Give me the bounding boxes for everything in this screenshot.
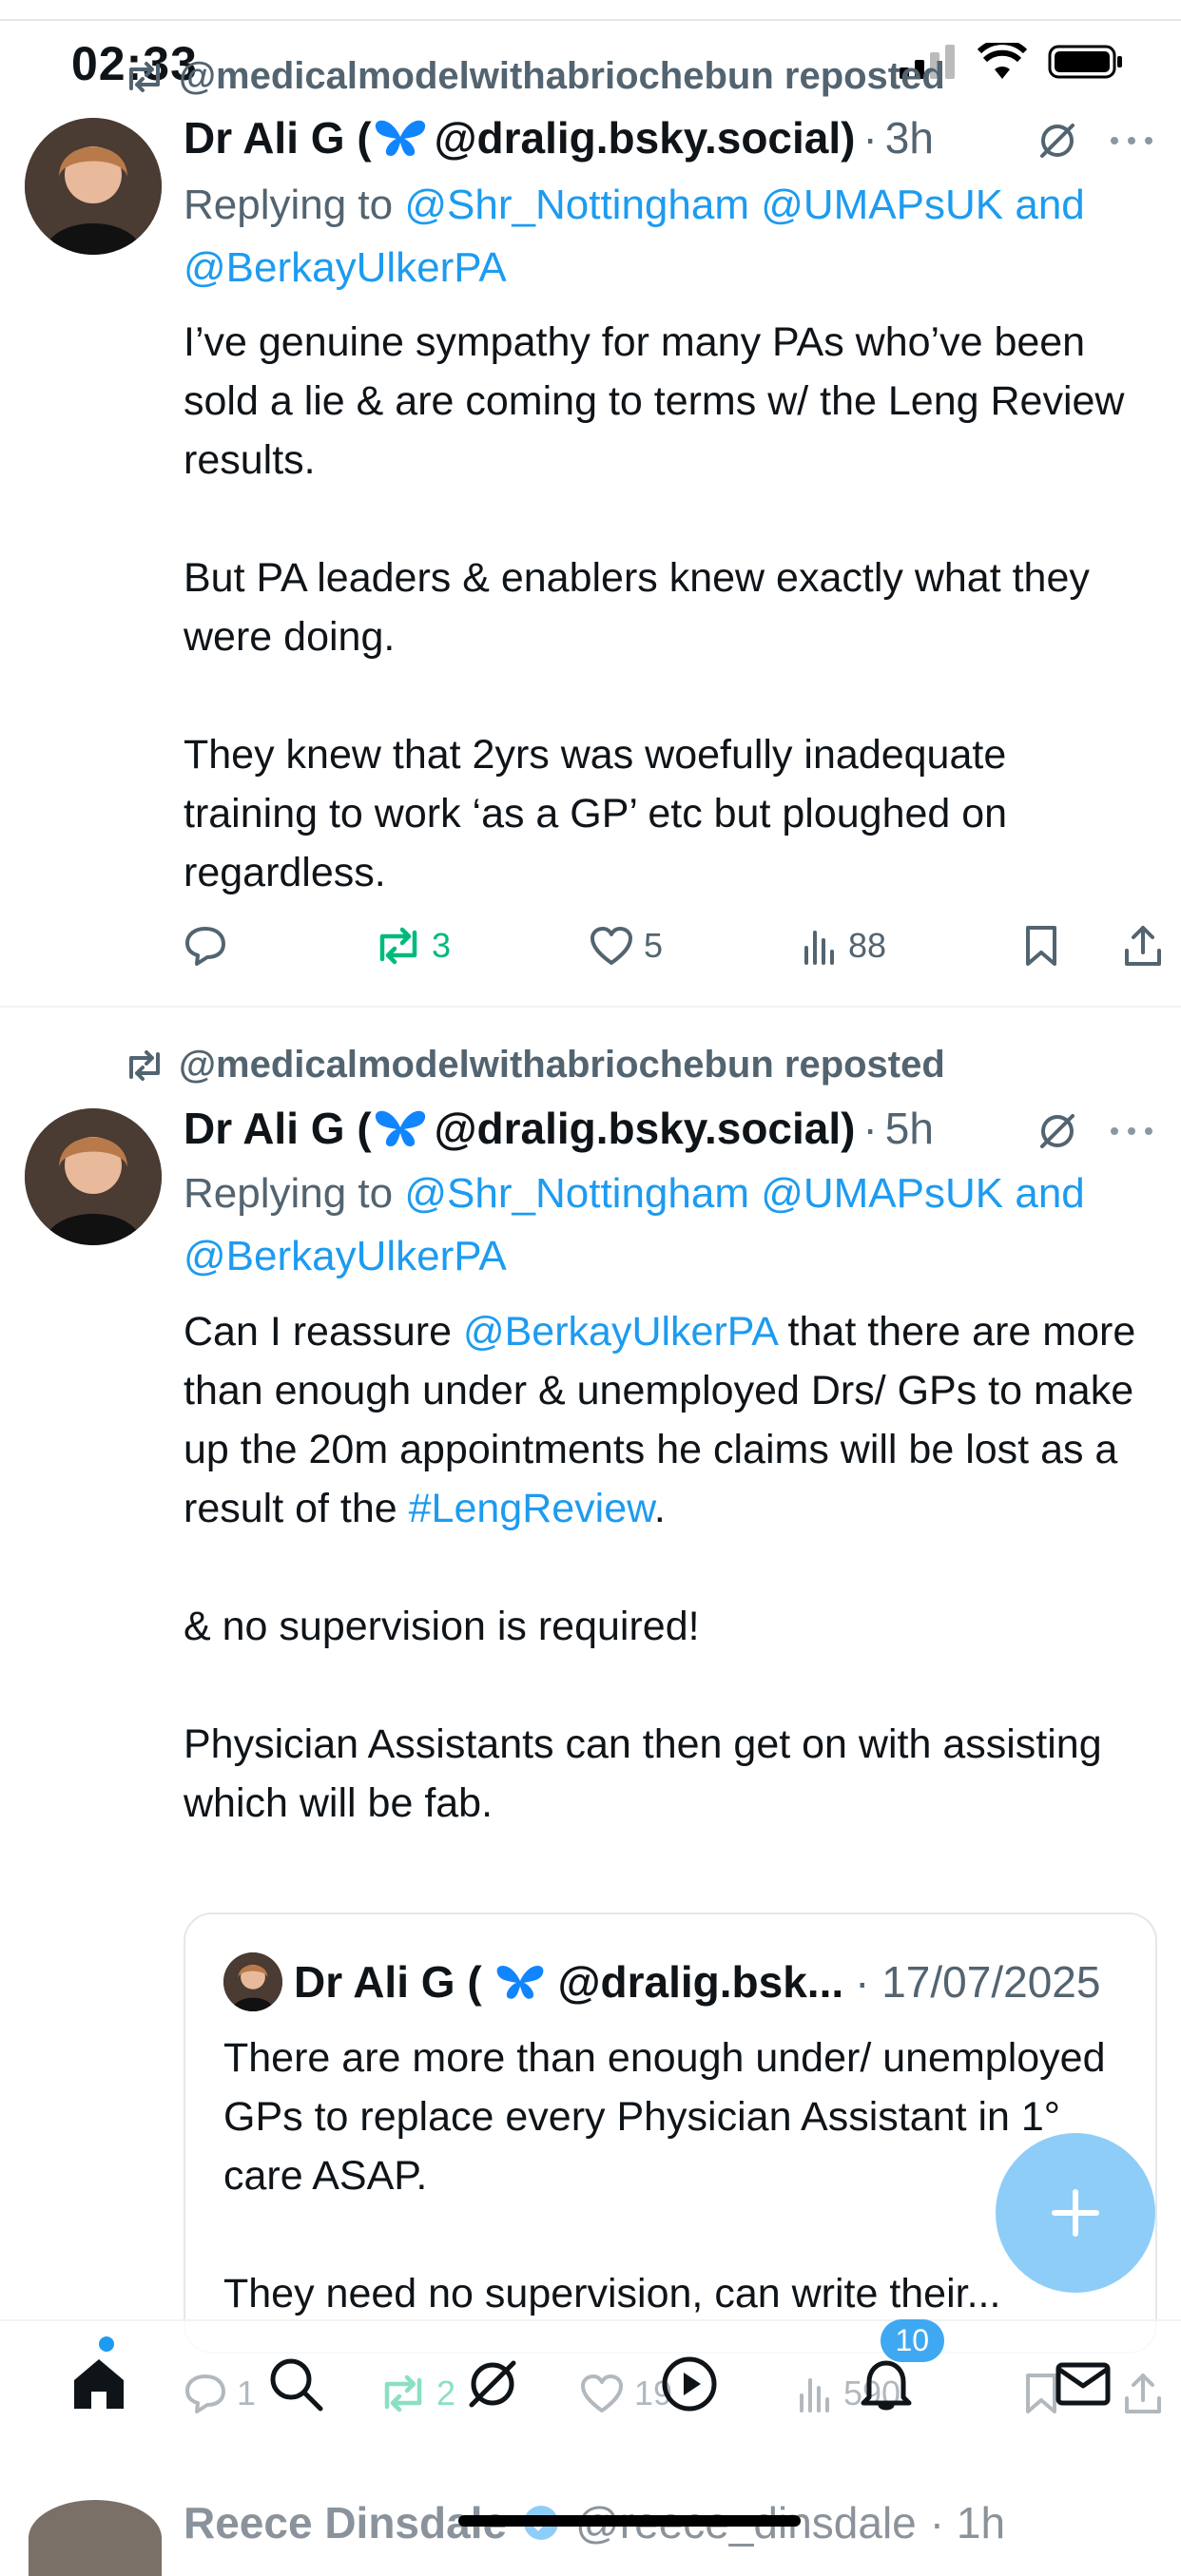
grok-icon[interactable] (1035, 118, 1080, 163)
plus-icon (1052, 2189, 1099, 2237)
divider (0, 1006, 1181, 1008)
tweet-header: Dr Ali G ( @dralig.bsky.social) · 5h (184, 1103, 934, 1154)
text-run: . (653, 1486, 666, 1531)
grok-icon (469, 2360, 515, 2408)
share-icon[interactable] (1123, 924, 1163, 968)
paragraph: But PA leaders & enablers knew exactly w… (184, 555, 1090, 660)
quote-header: Dr Ali G ( @dralig.bsk... · 17/07/2025 (223, 1952, 1100, 2011)
like-count: 5 (643, 926, 663, 965)
share-group (1024, 924, 1163, 968)
tweet-text: I’ve genuine sympathy for many PAs who’v… (184, 313, 1144, 902)
tab-video[interactable] (632, 2346, 746, 2422)
action-bar: 3 5 88 (184, 917, 1163, 974)
avatar[interactable] (25, 118, 162, 255)
mention-link[interactable]: @BerkayUlkerPA (463, 1309, 777, 1355)
more-icon[interactable] (1109, 131, 1154, 150)
more-icon[interactable] (1109, 1122, 1154, 1141)
butterfly-icon (375, 120, 425, 156)
repost-context-label: @medicalmodelwithabriochebun reposted (179, 55, 945, 97)
home-icon (73, 2359, 124, 2409)
search-icon (270, 2358, 322, 2412)
home-indicator (458, 2515, 801, 2527)
paragraph: They knew that 2yrs was woefully inadequ… (184, 732, 1008, 895)
mail-icon (1055, 2362, 1110, 2406)
header-icons (1035, 1108, 1154, 1154)
views-icon (803, 931, 834, 965)
paragraph: I’ve genuine sympathy for many PAs who’v… (184, 319, 1125, 483)
author-handle[interactable]: @dralig.bsky.social) (435, 112, 856, 163)
reply-icon (185, 927, 225, 966)
repost-button[interactable]: 3 (375, 925, 451, 967)
unread-dot (98, 2336, 114, 2352)
butterfly-icon (375, 1110, 425, 1146)
quote-avatar (223, 1952, 282, 2011)
quote-author-name: Dr Ali G ( (294, 1957, 482, 2007)
repost-icon (129, 1049, 160, 1081)
bell-icon (861, 2360, 911, 2411)
quote-date: · 17/07/2025 (855, 1957, 1101, 2007)
tab-messages[interactable] (1026, 2346, 1140, 2422)
repost-icon (129, 61, 160, 92)
timestamp[interactable]: 3h (885, 112, 934, 163)
top-separator (0, 19, 1181, 21)
tweet-text: Can I reassure @BerkayUlkerPA that there… (184, 1302, 1144, 1833)
grok-icon[interactable] (1035, 1108, 1080, 1154)
repost-context: @medicalmodelwithabriochebun reposted (124, 55, 945, 98)
author-name[interactable]: Dr Ali G ( (184, 112, 372, 163)
hashtag-link[interactable]: #LengReview (409, 1486, 654, 1531)
paragraph: There are more than enough under/ unempl… (223, 2035, 1106, 2199)
paragraph: They need no supervision, can write thei… (223, 2271, 1001, 2316)
compose-button[interactable] (996, 2133, 1155, 2293)
author-handle[interactable]: @dralig.bsky.social) (435, 1103, 856, 1154)
tweet-header: Dr Ali G ( @dralig.bsky.social) · 3h (184, 112, 934, 163)
battery-icon (1048, 45, 1122, 79)
tab-home[interactable] (42, 2336, 156, 2422)
quote-author-handle: @dralig.bsk... (557, 1957, 844, 2007)
repost-count: 3 (431, 926, 451, 965)
reply-context: Replying to @Shr_Nottingham @UMAPsUK and… (184, 1163, 1144, 1288)
paragraph: & no supervision is required! (184, 1604, 700, 1649)
text-run: Can I reassure (184, 1309, 463, 1355)
paragraph: Physician Assistants can then get on wit… (184, 1721, 1102, 1826)
views-button[interactable]: 88 (801, 926, 886, 966)
timestamp[interactable]: 5h (885, 1103, 934, 1154)
reply-prefix: Replying to (184, 1170, 394, 1217)
header-icons (1035, 118, 1154, 163)
quote-text: There are more than enough under/ unempl… (223, 2028, 1136, 2323)
author-name[interactable]: Dr Ali G ( (184, 1103, 372, 1154)
reply-prefix: Replying to (184, 182, 394, 228)
play-icon (662, 2356, 716, 2412)
tab-nav: 10 (0, 2319, 1181, 2422)
separator-dot: · (862, 113, 878, 163)
timestamp: · 1h (929, 2498, 1006, 2547)
tab-grok[interactable] (436, 2346, 550, 2422)
tab-search[interactable] (239, 2346, 353, 2422)
wifi-icon (978, 43, 1027, 79)
reply-button[interactable] (184, 925, 237, 967)
repost-context: @medicalmodelwithabriochebun reposted (124, 1044, 945, 1086)
repost-context-label: @medicalmodelwithabriochebun reposted (179, 1044, 945, 1086)
avatar (29, 2500, 162, 2576)
heart-icon (590, 927, 632, 965)
separator-dot: · (862, 1104, 878, 1153)
quoted-tweet[interactable]: Dr Ali G ( @dralig.bsk... · 17/07/2025 T… (184, 1913, 1157, 2354)
paragraph: Can I reassure @BerkayUlkerPA that there… (184, 1302, 1144, 1538)
view-count: 88 (847, 926, 887, 965)
notifications-badge: 10 (880, 2319, 945, 2362)
avatar[interactable] (25, 1108, 162, 1245)
like-button[interactable]: 5 (589, 925, 663, 967)
repost-icon (379, 927, 417, 965)
bookmark-icon[interactable] (1024, 924, 1058, 968)
reply-context: Replying to @Shr_Nottingham @UMAPsUK and… (184, 174, 1144, 299)
tab-notifications[interactable]: 10 (829, 2319, 945, 2422)
butterfly-icon (496, 1966, 544, 1999)
